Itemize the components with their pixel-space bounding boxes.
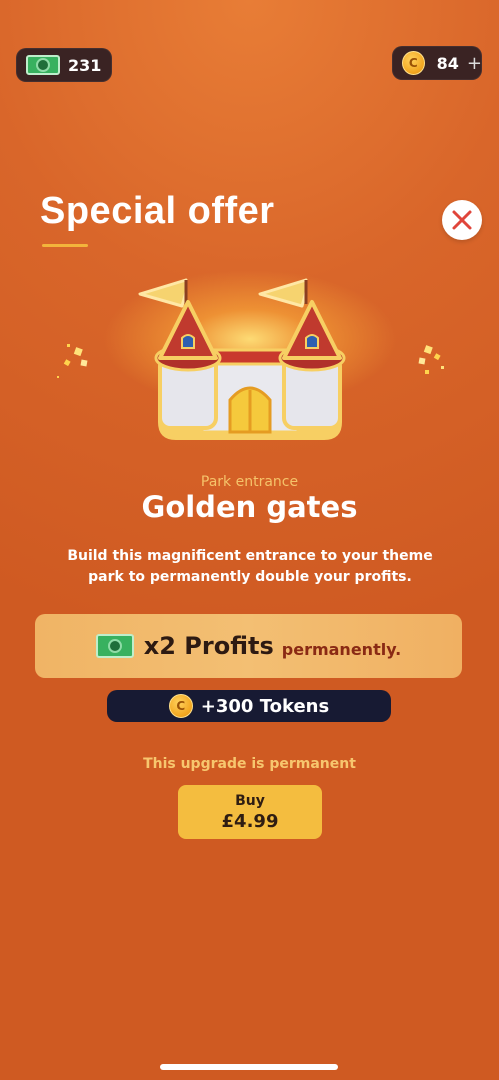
sparkle-right-icon xyxy=(418,345,444,374)
coin-icon: C xyxy=(168,694,193,718)
cash-counter[interactable]: 231 xyxy=(16,48,112,82)
tokens-reward: +300 Tokens xyxy=(200,695,330,717)
cash-icon xyxy=(26,55,60,75)
coin-icon: C xyxy=(402,51,425,75)
close-button[interactable] xyxy=(442,200,482,240)
permanent-note: This upgrade is permanent xyxy=(143,756,356,772)
offer-description: Build this magnificent entrance to your … xyxy=(67,548,433,585)
coin-count: 84 xyxy=(436,53,459,73)
profit-multiplier: x2 Profits xyxy=(143,632,274,660)
buy-label: Buy xyxy=(235,792,265,809)
cash-icon xyxy=(95,634,134,658)
offer-name: Golden gates xyxy=(141,490,358,524)
offer-category: Park entrance xyxy=(200,474,299,490)
castle-gate-icon xyxy=(138,278,346,440)
title-underline xyxy=(42,244,88,247)
close-icon xyxy=(452,210,472,230)
buy-button[interactable]: Buy £4.99 xyxy=(178,785,322,839)
home-indicator[interactable] xyxy=(160,1064,338,1070)
price-label: £4.99 xyxy=(221,810,279,832)
sparkle-left-icon xyxy=(57,344,88,378)
coin-counter[interactable]: C 84 + xyxy=(392,46,482,80)
page-title: Special offer xyxy=(40,190,275,232)
profit-banner: x2 Profits permanently. xyxy=(35,614,462,678)
add-coins-icon[interactable]: + xyxy=(467,53,482,74)
cash-count: 231 xyxy=(68,55,102,75)
tokens-banner: C +300 Tokens xyxy=(107,690,391,722)
profit-permanence: permanently. xyxy=(281,639,402,659)
